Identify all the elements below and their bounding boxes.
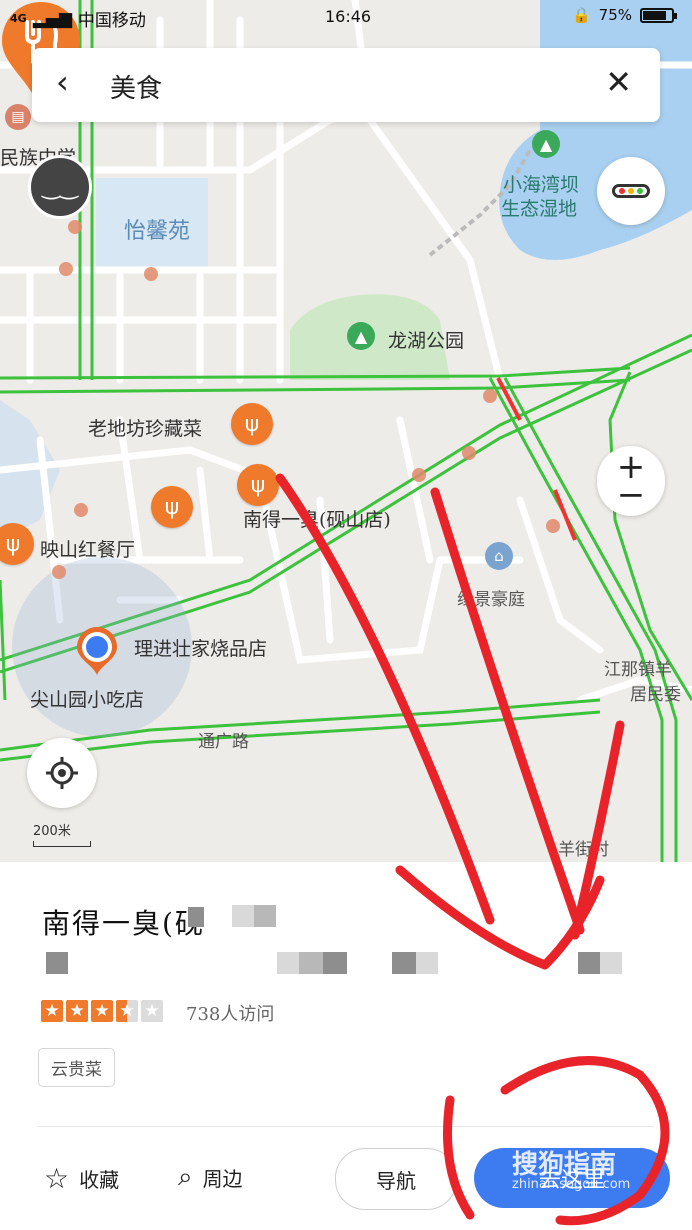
navigate-button[interactable]: 导航: [335, 1148, 457, 1210]
map-label-lijin: 理进壮家烧品店: [134, 638, 268, 660]
favorite-button[interactable]: ☆ 收藏: [44, 1162, 119, 1195]
watermark-url: zhinan.sogou.com: [512, 1177, 631, 1192]
poi-dot[interactable]: [59, 262, 73, 276]
cuisine-tag[interactable]: 云贵菜: [38, 1048, 115, 1087]
map-scale: 200米: [33, 820, 91, 847]
map-view[interactable]: 民族中学 怡馨苑 小海湾坝 生态湿地 龙湖公园 老地坊珍藏菜 南得一臭(砚山店)…: [0, 0, 692, 862]
obscured-text: [254, 905, 276, 927]
scale-bar: [33, 841, 91, 847]
watermark: 搜狗指南 zhinan.sogou.com: [512, 1144, 630, 1192]
obscured-address: [299, 952, 323, 974]
obscured-address: [277, 952, 299, 974]
poi-dot[interactable]: [144, 267, 158, 281]
poi-dot[interactable]: [68, 220, 82, 234]
poi-dot[interactable]: [74, 503, 88, 517]
crosshair-icon: [46, 757, 78, 789]
place-name: 南得一臭(砚: [42, 907, 205, 940]
map-label-jianshan: 尖山园小吃店: [30, 689, 145, 711]
obscured-address: [578, 952, 600, 974]
user-location-icon: [77, 627, 117, 675]
star-icon: ★: [66, 1000, 88, 1022]
fork-knife-icon: ψ: [5, 531, 21, 557]
poi-dot[interactable]: [483, 389, 497, 403]
search-query[interactable]: 美食: [110, 68, 162, 105]
star-half-icon: ★: [116, 1000, 138, 1022]
restaurant-pin-collection[interactable]: ψ: [231, 403, 273, 445]
poi-dot[interactable]: [462, 446, 476, 460]
map-label-garden: 怡馨苑: [124, 219, 191, 244]
fork-knife-icon: ψ: [164, 494, 180, 520]
map-label-wetland-2: 生态湿地: [501, 198, 578, 220]
visit-count: 738人访问: [186, 1004, 275, 1025]
obscured-address: [46, 952, 68, 974]
fork-knife-icon: ψ: [244, 411, 260, 437]
search-icon: ⌕: [178, 1162, 193, 1192]
obscured-address: [323, 952, 347, 974]
obscured-text: [188, 907, 204, 927]
zoom-out-button[interactable]: −: [597, 478, 665, 512]
nearby-button[interactable]: ⌕ 周边: [178, 1162, 243, 1193]
divider: [38, 1126, 654, 1127]
map-label-tongguang: 通广路: [198, 732, 249, 752]
navigate-label: 导航: [376, 1168, 416, 1193]
signal-indicator: 4G: [10, 12, 27, 25]
search-bar[interactable]: ‹ 美食 ✕: [32, 48, 660, 122]
favorite-label: 收藏: [79, 1168, 120, 1192]
restaurant-pin[interactable]: ψ: [151, 486, 193, 528]
map-label-jiangna-1: 江那镇羊: [604, 660, 672, 680]
poi-dot[interactable]: [52, 565, 66, 579]
map-label-yangjie: 羊街村: [558, 840, 609, 860]
star-outline-icon: ☆: [44, 1162, 70, 1195]
rating-stars: ★ ★ ★ ★ ★: [41, 1000, 163, 1022]
restaurant-pin-main[interactable]: ψ: [237, 464, 279, 506]
zoom-control[interactable]: + −: [597, 446, 665, 516]
place-detail-sheet[interactable]: 南得一臭(砚 ★ ★ ★ ★ ★ 738人访问 云贵菜 ☆ 收藏 ⌕ 周边 导航…: [0, 862, 692, 1230]
house-icon: ⌂: [485, 542, 513, 570]
status-bar: 4G ▂▄▆ 中国移动 16:46 🔒 75%: [0, 0, 692, 34]
map-label-collection: 老地坊珍藏菜: [88, 418, 203, 440]
map-label-yingshan: 映山红餐厅: [40, 539, 136, 561]
back-arrow-icon[interactable]: ‹: [56, 66, 69, 98]
poi-dot[interactable]: [546, 519, 560, 533]
scale-label: 200米: [33, 824, 71, 839]
watermark-brand: 搜狗指南: [512, 1150, 617, 1180]
obscured-address: [600, 952, 622, 974]
star-icon: ★: [91, 1000, 113, 1022]
carrier-label: 中国移动: [77, 11, 146, 31]
obscured-address: [416, 952, 438, 974]
avatar[interactable]: ‿‿: [28, 155, 92, 219]
poi-dot[interactable]: [412, 468, 426, 482]
obscured-text: [232, 905, 254, 927]
star-icon: ★: [41, 1000, 63, 1022]
map-label-park: 龙湖公园: [388, 330, 465, 352]
map-label-wetland-1: 小海湾坝: [503, 174, 580, 196]
map-label-jiangna-2: 居民委: [630, 685, 681, 705]
tree-icon: ▲: [347, 322, 375, 350]
obscured-address: [392, 952, 416, 974]
fork-knife-icon: ψ: [250, 472, 266, 498]
traffic-toggle-button[interactable]: [597, 157, 665, 225]
map-label-restaurant-main: 南得一臭(砚山店): [243, 509, 391, 531]
close-icon[interactable]: ✕: [605, 66, 632, 98]
clock: 16:46: [325, 7, 372, 26]
traffic-light-icon: [612, 184, 650, 198]
nearby-label: 周边: [202, 1167, 243, 1191]
battery-percent: 75%: [598, 6, 632, 24]
rotation-lock-icon: 🔒: [571, 6, 591, 24]
star-empty-icon: ★: [141, 1000, 163, 1022]
tree-icon: ▲: [532, 130, 560, 158]
map-label-jingjing: 缘景豪庭: [457, 590, 525, 610]
locate-me-button[interactable]: [27, 738, 97, 808]
battery-icon: [640, 7, 677, 23]
signal-bars-icon: ▂▄▆: [32, 8, 72, 29]
